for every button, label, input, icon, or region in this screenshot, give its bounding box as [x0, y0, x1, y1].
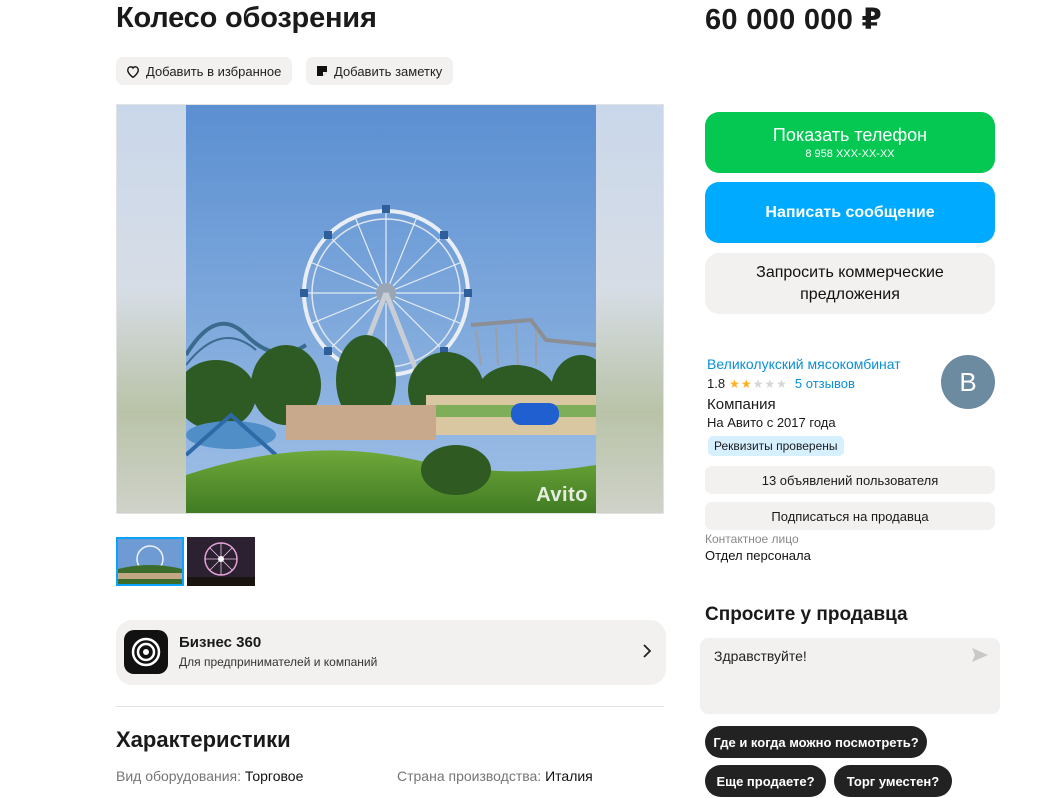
- gallery-blur-right: [594, 105, 663, 513]
- ask-seller-heading: Спросите у продавца: [705, 604, 908, 625]
- seller-name-link[interactable]: Великолукский мясокомбинат: [707, 356, 901, 372]
- chevron-right-icon: [642, 642, 652, 663]
- thumbnail-1[interactable]: [116, 537, 184, 586]
- quick-reply-where-when[interactable]: Где и когда можно посмотреть?: [705, 726, 927, 758]
- business-360-banner[interactable]: Бизнес 360 Для предпринимателей и компан…: [116, 620, 666, 685]
- spec-country: Страна производства: Италия: [397, 768, 593, 784]
- contact-person-label: Контактное лицо: [705, 532, 799, 546]
- characteristics-heading: Характеристики: [116, 727, 291, 752]
- message-input[interactable]: Здравствуйте!: [700, 638, 1000, 714]
- note-icon: [317, 66, 327, 76]
- seller-type: Компания: [707, 396, 776, 413]
- spec-key: Вид оборудования:: [116, 768, 242, 784]
- send-icon[interactable]: [972, 648, 988, 667]
- star-icon: ★: [752, 376, 764, 391]
- rating-value: 1.8: [707, 376, 726, 391]
- seller-avatar[interactable]: В: [941, 355, 995, 409]
- show-phone-button[interactable]: Показать телефон 8 958 XXX-XX-XX: [705, 112, 995, 173]
- seller-listings-button[interactable]: 13 объявлений пользователя: [705, 466, 995, 494]
- write-message-button[interactable]: Написать сообщение: [705, 182, 995, 243]
- star-icon: ★: [729, 376, 740, 391]
- business-360-subtitle: Для предпринимателей и компаний: [179, 655, 378, 669]
- business-360-logo-icon: [124, 630, 168, 674]
- message-input-value: Здравствуйте!: [714, 648, 807, 664]
- section-divider: [116, 706, 664, 707]
- star-icon: ★: [740, 376, 752, 391]
- spec-key: Страна производства:: [397, 768, 542, 784]
- request-commercial-offers-button[interactable]: Запросить коммерческие предложения: [705, 253, 995, 314]
- reviews-link[interactable]: 5 отзывов: [795, 376, 855, 391]
- heart-icon: [127, 65, 139, 78]
- write-message-label: Написать сообщение: [765, 203, 935, 221]
- gallery-blur-left: [117, 105, 186, 513]
- star-icon: ★: [776, 376, 787, 391]
- spec-value: Италия: [545, 768, 593, 784]
- star-icon: ★: [764, 376, 776, 391]
- show-phone-label: Показать телефон: [772, 125, 928, 145]
- seller-rating: 1.8 ★ ★ ★ ★ ★ 5 отзывов: [707, 376, 855, 391]
- business-360-title: Бизнес 360: [179, 634, 262, 651]
- spec-equipment-type: Вид оборудования: Торговое: [116, 768, 303, 784]
- seller-since: На Авито с 2017 года: [707, 415, 836, 430]
- spec-value: Торговое: [244, 768, 304, 784]
- add-note-button[interactable]: Добавить заметку: [306, 57, 454, 85]
- photo-gallery[interactable]: Avito: [116, 104, 664, 514]
- quick-reply-bargain[interactable]: Торг уместен?: [834, 765, 952, 797]
- verified-badge: Реквизиты проверены: [708, 436, 844, 456]
- contact-person-value: Отдел персонала: [705, 548, 811, 563]
- quick-reply-still-selling[interactable]: Еще продаете?: [705, 765, 826, 797]
- listing-title: Колесо обозрения: [116, 2, 377, 34]
- subscribe-seller-button[interactable]: Подписаться на продавца: [705, 502, 995, 530]
- main-photo-ferris-wheel: Avito: [186, 105, 596, 513]
- avito-watermark: Avito: [536, 484, 588, 506]
- phone-masked: 8 958 XXX-XX-XX: [805, 148, 895, 160]
- request-commercial-offers-label: Запросить коммерческие предложения: [756, 263, 944, 303]
- thumbnail-2[interactable]: [187, 537, 255, 586]
- rating-stars: ★ ★ ★ ★ ★: [729, 377, 787, 391]
- add-to-favorites-button[interactable]: Добавить в избранное: [116, 57, 293, 85]
- price: 60 000 000 ₽: [705, 4, 882, 36]
- add-note-label: Добавить заметку: [334, 63, 443, 79]
- add-to-favorites-label: Добавить в избранное: [146, 63, 282, 79]
